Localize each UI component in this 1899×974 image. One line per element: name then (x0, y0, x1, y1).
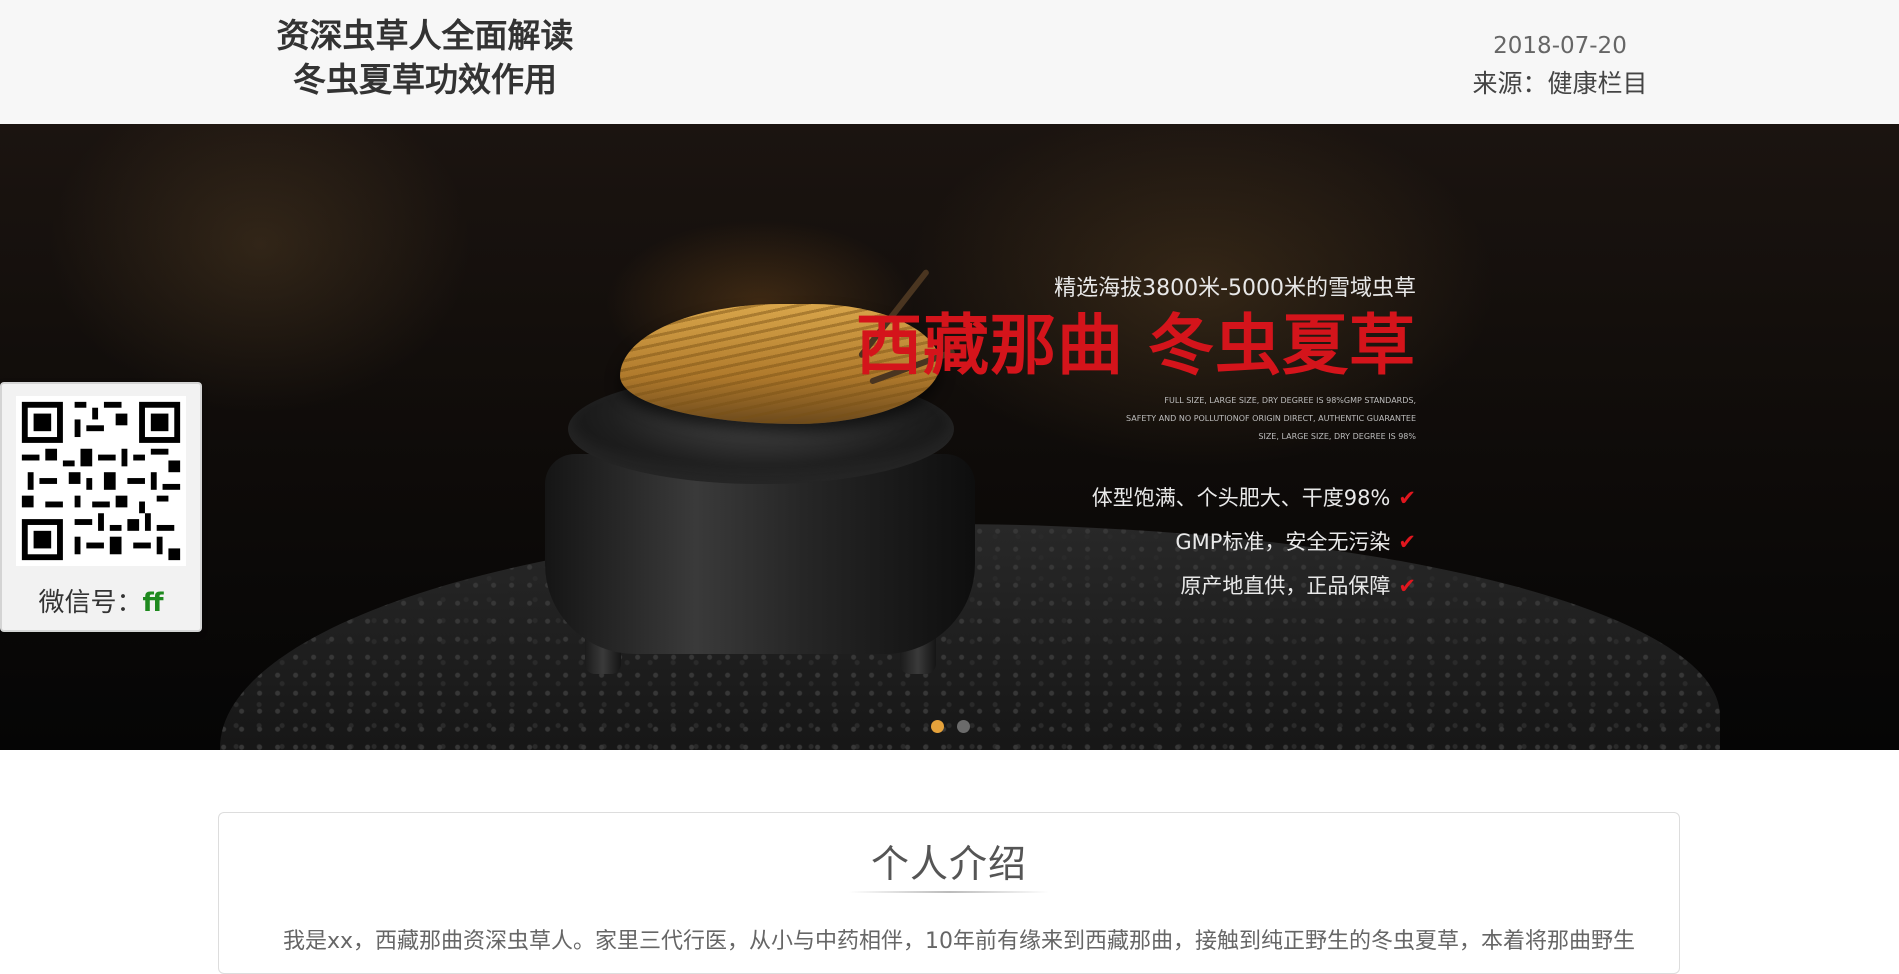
banner-english-line: SAFETY AND NO POLLUTIONOF ORIGIN DIRECT,… (1126, 414, 1416, 423)
carousel-dot-1[interactable] (931, 720, 944, 733)
feature-item: 原产地直供，正品保障 ✔ (856, 564, 1416, 608)
carousel-dot-2[interactable] (957, 720, 971, 733)
feature-text: 体型饱满、个头肥大、干度98% (1091, 486, 1391, 510)
intro-text: 我是xx，西藏那曲资深虫草人。家里三代行医，从小与中药相伴，10年前有缘来到西藏… (283, 929, 1636, 954)
title-line-2: 冬虫夏草功效作用 (293, 60, 557, 99)
banner-subtitle: 精选海拔3800米-5000米的雪域虫草 (1054, 276, 1416, 301)
title-divider (849, 891, 1049, 893)
banner-english-line: SIZE, LARGE SIZE, DRY DEGREE IS 98% (1258, 432, 1416, 441)
check-icon: ✔ (1398, 530, 1416, 554)
banner-copy: 精选海拔3800米-5000米的雪域虫草 西藏那曲 冬虫夏草 FULL SIZE… (856, 274, 1416, 608)
feature-text: 原产地直供，正品保障 (1180, 574, 1391, 598)
feature-item: 体型饱满、个头肥大、干度98% ✔ (856, 476, 1416, 520)
publish-date: 2018-07-20 (1493, 33, 1627, 59)
check-icon: ✔ (1398, 486, 1416, 510)
wechat-id-label: 微信号：ff (2, 582, 200, 619)
title-line-1: 资深虫草人全面解读 (276, 16, 574, 55)
wechat-id: ff (142, 588, 164, 618)
wechat-label-text: 微信号： (38, 588, 143, 618)
carousel-dots (931, 718, 978, 737)
feature-item: GMP标准，安全无污染 ✔ (856, 520, 1416, 564)
header-bar: 资深虫草人全面解读 冬虫夏草功效作用 2018-07-20 来源：健康栏目 (0, 0, 1899, 125)
intro-panel: 个人介绍 我是xx，西藏那曲资深虫草人。家里三代行医，从小与中药相伴，10年前有… (218, 812, 1680, 974)
article-source: 来源：健康栏目 (1472, 69, 1648, 98)
feature-text: GMP标准，安全无污染 (1175, 530, 1391, 554)
hero-banner[interactable]: 精选海拔3800米-5000米的雪域虫草 西藏那曲 冬虫夏草 FULL SIZE… (0, 124, 1899, 750)
check-icon: ✔ (1398, 574, 1416, 598)
feature-list: 体型饱满、个头肥大、干度98% ✔ GMP标准，安全无污染 ✔ 原产地直供，正品保障… (856, 476, 1416, 608)
intro-title: 个人介绍 (870, 842, 1027, 886)
qr-code-icon (16, 396, 186, 566)
banner-english-line: FULL SIZE, LARGE SIZE, DRY DEGREE IS 98%… (1164, 396, 1416, 405)
article-meta: 2018-07-20 来源：健康栏目 (1440, 28, 1680, 104)
page-title: 资深虫草人全面解读 冬虫夏草功效作用 (250, 14, 600, 102)
wechat-card: 微信号：ff (0, 382, 202, 632)
banner-headline: 西藏那曲 冬虫夏草 (856, 307, 1416, 384)
